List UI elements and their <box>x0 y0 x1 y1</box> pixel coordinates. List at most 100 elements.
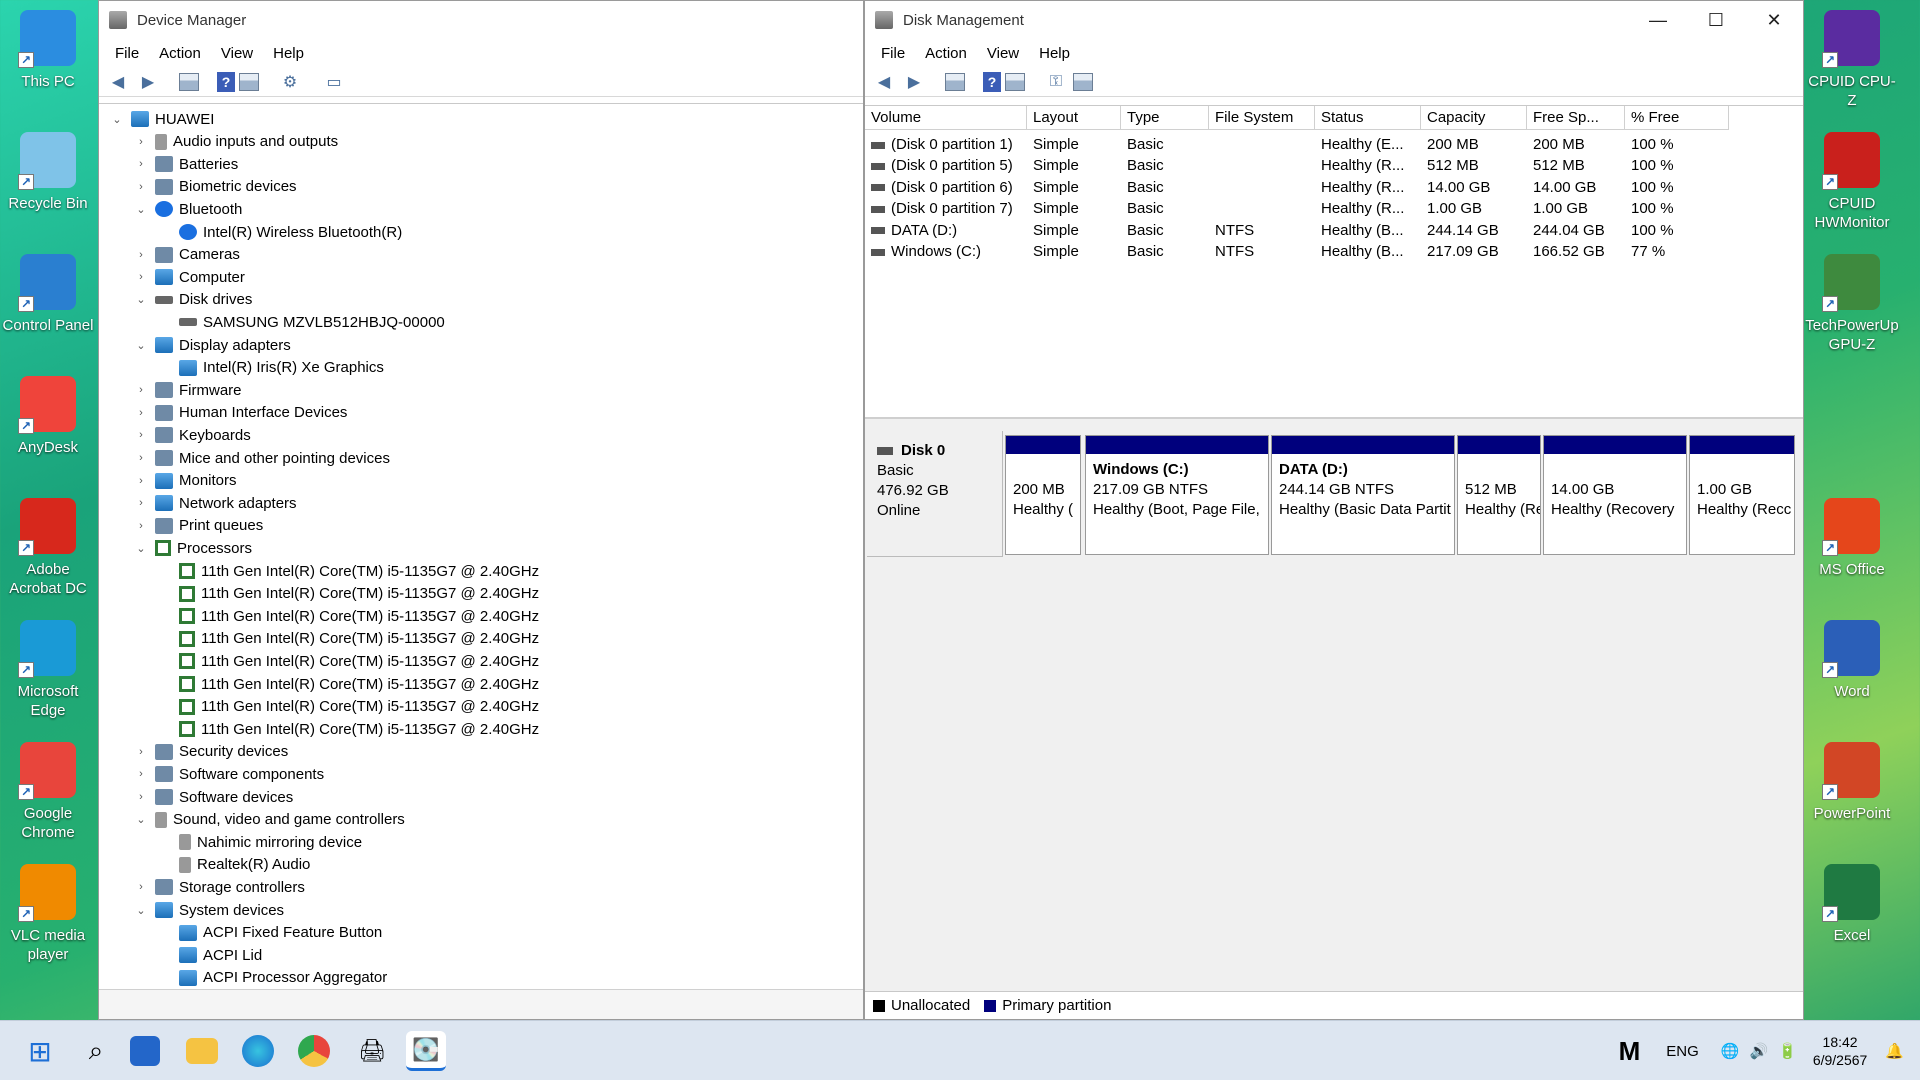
chevron-right-icon[interactable]: › <box>133 746 149 758</box>
battery-icon[interactable]: 🔋 <box>1778 1042 1797 1060</box>
help-icon[interactable]: ? <box>983 71 1001 92</box>
tree-node[interactable]: 11th Gen Intel(R) Core(TM) i5-1135G7 @ 2… <box>157 696 539 718</box>
desktop-shortcut[interactable]: ↗ VLC media player <box>0 864 96 964</box>
tree-node[interactable]: › Network adapters <box>133 492 296 514</box>
tree-node[interactable]: 11th Gen Intel(R) Core(TM) i5-1135G7 @ 2… <box>157 628 539 650</box>
tree-node[interactable]: SAMSUNG MZVLB512HBJQ-00000 <box>157 311 445 333</box>
tree-node[interactable]: 11th Gen Intel(R) Core(TM) i5-1135G7 @ 2… <box>157 673 539 695</box>
volume-name-cell[interactable]: (Disk 0 partition 7) <box>865 200 1027 221</box>
chevron-right-icon[interactable]: › <box>133 384 149 396</box>
show-action-pane-icon[interactable] <box>239 72 259 91</box>
chevron-down-icon[interactable]: ⌄ <box>133 904 149 917</box>
tree-node[interactable]: › Monitors <box>133 470 236 492</box>
edge-icon[interactable] <box>242 1035 274 1067</box>
tree-node[interactable]: 11th Gen Intel(R) Core(TM) i5-1135G7 @ 2… <box>157 650 539 672</box>
chevron-right-icon[interactable]: › <box>133 181 149 193</box>
volume-name-cell[interactable]: (Disk 0 partition 5) <box>865 157 1027 178</box>
partition-block[interactable]: DATA (D:) 244.14 GB NTFS Healthy (Basic Da… <box>1271 435 1455 555</box>
column-header[interactable]: Status <box>1315 106 1421 130</box>
back-arrow-icon[interactable]: ◀ <box>871 70 897 94</box>
desktop-shortcut[interactable]: ↗ MS Office <box>1804 498 1900 579</box>
desktop-shortcut[interactable]: ↗ This PC <box>0 10 96 91</box>
tree-node[interactable]: › Mice and other pointing devices <box>133 447 390 469</box>
show-action-pane-icon[interactable] <box>1005 72 1025 91</box>
chevron-down-icon[interactable]: ⌄ <box>133 542 149 555</box>
desktop-shortcut[interactable]: ↗ CPUID HWMonitor <box>1804 132 1900 232</box>
close-button[interactable]: ✕ <box>1745 1 1803 39</box>
scan-hardware-icon[interactable]: ⚙ <box>277 70 303 94</box>
volume-name-cell[interactable]: Windows (C:) <box>865 243 1027 264</box>
tree-node[interactable]: › Print queues <box>133 515 263 537</box>
desktop-shortcut[interactable]: ↗ Adobe Acrobat DC <box>0 498 96 598</box>
tree-node[interactable]: Nahimic mirroring device <box>157 831 362 853</box>
desktop-shortcut[interactable]: ↗ Control Panel <box>0 254 96 335</box>
desktop-shortcut[interactable]: ↗ Microsoft Edge <box>0 620 96 720</box>
menu-view[interactable]: View <box>211 45 263 62</box>
minimize-button[interactable]: — <box>1629 1 1687 39</box>
start-button[interactable]: ⊞ <box>20 1031 60 1071</box>
tree-node[interactable]: ACPI Processor Aggregator <box>157 967 387 989</box>
maximize-button[interactable]: ☐ <box>1687 1 1745 39</box>
tree-node[interactable]: Intel(R) Wireless Bluetooth(R) <box>157 221 402 243</box>
partition-block[interactable]: Windows (C:) 217.09 GB NTFS Healthy (Boot,… <box>1085 435 1269 555</box>
chevron-down-icon[interactable]: ⌄ <box>133 339 149 352</box>
tree-node[interactable]: ⌄ Sound, video and game controllers <box>133 809 404 831</box>
chevron-right-icon[interactable]: › <box>133 452 149 464</box>
chevron-right-icon[interactable]: › <box>133 136 149 148</box>
menu-help[interactable]: Help <box>1029 45 1080 62</box>
column-header[interactable]: Free Sp... <box>1527 106 1625 130</box>
column-header[interactable]: Type <box>1121 106 1209 130</box>
desktop-shortcut[interactable]: ↗ Recycle Bin <box>0 132 96 213</box>
tree-node[interactable]: 11th Gen Intel(R) Core(TM) i5-1135G7 @ 2… <box>157 605 539 627</box>
column-header[interactable]: File System <box>1209 106 1315 130</box>
chevron-right-icon[interactable]: › <box>133 475 149 487</box>
chevron-down-icon[interactable]: ⌄ <box>133 293 149 306</box>
device-manager-titlebar[interactable]: Device Manager <box>99 1 863 39</box>
chevron-right-icon[interactable]: › <box>133 881 149 893</box>
partition-block[interactable]: 1.00 GB Healthy (Recc <box>1689 435 1795 555</box>
disk-0-label[interactable]: Disk 0 Basic 476.92 GB Online <box>867 431 1003 557</box>
tree-node[interactable]: › Biometric devices <box>133 176 296 198</box>
menu-file[interactable]: File <box>871 45 915 62</box>
tree-node[interactable]: ⌄ System devices <box>133 899 284 921</box>
help-icon[interactable]: ? <box>217 71 235 92</box>
tree-node[interactable]: › Security devices <box>133 741 288 763</box>
volume-icon[interactable]: 🔊 <box>1749 1042 1768 1060</box>
menu-action[interactable]: Action <box>915 45 977 62</box>
tree-node[interactable]: › Batteries <box>133 153 238 175</box>
tree-node[interactable]: 11th Gen Intel(R) Core(TM) i5-1135G7 @ 2… <box>157 560 539 582</box>
desktop-shortcut[interactable]: ↗ AnyDesk <box>0 376 96 457</box>
chevron-right-icon[interactable]: › <box>133 520 149 532</box>
tree-node[interactable]: › Firmware <box>133 379 241 401</box>
tree-node[interactable]: › Computer <box>133 266 245 288</box>
monitor-icon[interactable]: ▭ <box>321 70 347 94</box>
chevron-right-icon[interactable]: › <box>133 271 149 283</box>
file-explorer-icon[interactable] <box>186 1038 218 1064</box>
menu-file[interactable]: File <box>105 45 149 62</box>
forward-arrow-icon[interactable]: ▶ <box>135 70 161 94</box>
column-header[interactable]: Volume <box>865 106 1027 130</box>
desktop-shortcut[interactable]: ↗ CPUID CPU-Z <box>1804 10 1900 110</box>
menu-action[interactable]: Action <box>149 45 211 62</box>
partition-block[interactable]: 200 MB Healthy ( <box>1005 435 1081 555</box>
tree-node[interactable]: ⌄ HUAWEI <box>109 108 214 130</box>
tree-node[interactable]: ⌄ Display adapters <box>133 334 290 356</box>
show-hide-console-tree-icon[interactable] <box>945 72 965 91</box>
tree-node[interactable]: › Human Interface Devices <box>133 402 347 424</box>
tree-node[interactable]: › Cameras <box>133 244 240 266</box>
microsoft-store-icon[interactable] <box>130 1036 160 1066</box>
column-header[interactable]: Capacity <box>1421 106 1527 130</box>
tree-node[interactable]: 11th Gen Intel(R) Core(TM) i5-1135G7 @ 2… <box>157 583 539 605</box>
chevron-down-icon[interactable]: ⌄ <box>133 203 149 216</box>
column-header[interactable]: Layout <box>1027 106 1121 130</box>
properties-icon[interactable] <box>1073 72 1093 91</box>
tree-node[interactable]: ⌄ Bluetooth <box>133 198 242 220</box>
back-arrow-icon[interactable]: ◀ <box>105 70 131 94</box>
column-header[interactable]: % Free <box>1625 106 1729 130</box>
desktop-shortcut[interactable]: ↗ PowerPoint <box>1804 742 1900 823</box>
forward-arrow-icon[interactable]: ▶ <box>901 70 927 94</box>
desktop-shortcut[interactable]: ↗ Google Chrome <box>0 742 96 842</box>
tree-node[interactable]: ACPI Fixed Feature Button <box>157 922 382 944</box>
chevron-right-icon[interactable]: › <box>133 768 149 780</box>
volume-name-cell[interactable]: (Disk 0 partition 6) <box>865 179 1027 200</box>
